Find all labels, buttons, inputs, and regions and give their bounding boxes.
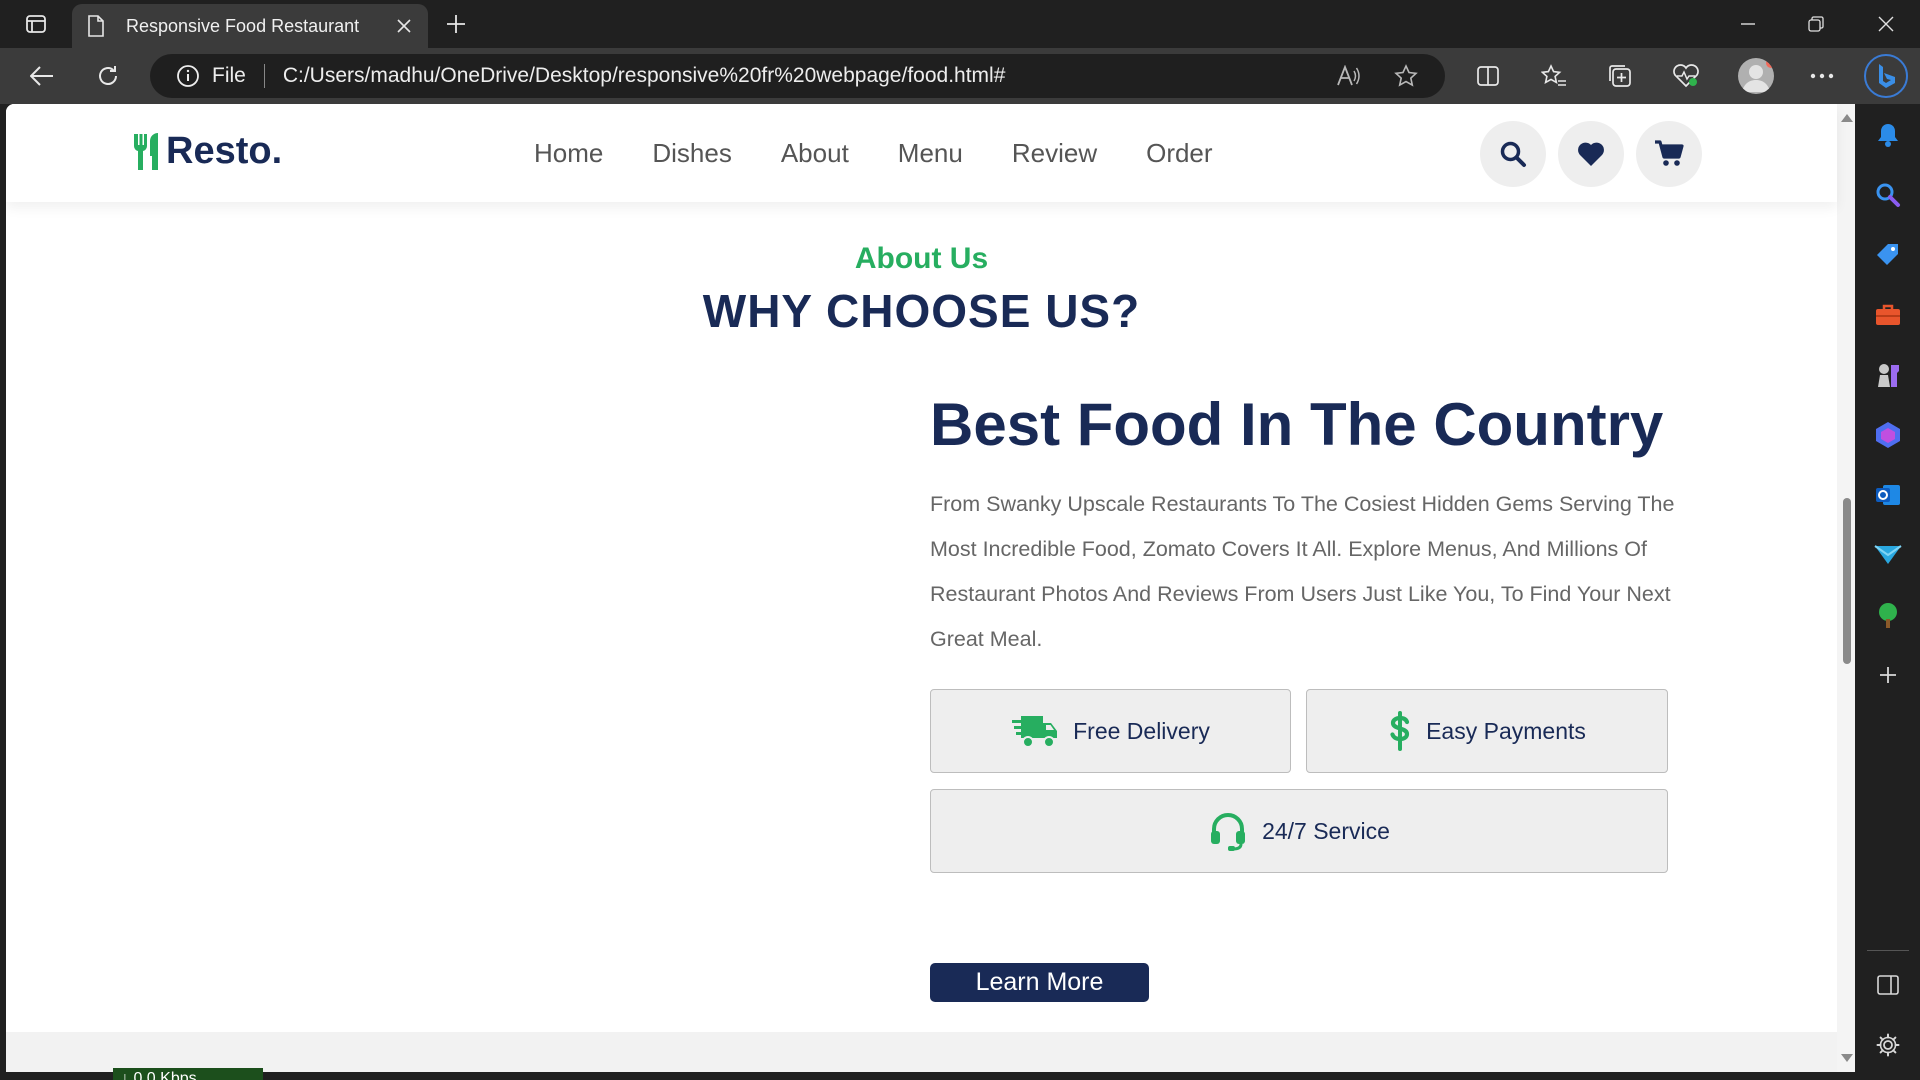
page-scrollbar[interactable]	[1837, 104, 1855, 1072]
outlook-icon[interactable]	[1873, 480, 1903, 510]
search-icon[interactable]	[1480, 121, 1546, 187]
tab-title: Responsive Food Restaurant	[126, 15, 360, 36]
edge-sidebar	[1855, 104, 1920, 1080]
page-viewport: Resto. Home Dishes About Menu Review Ord…	[6, 104, 1855, 1072]
browser-tab-bar: Responsive Food Restaurant	[0, 0, 1920, 48]
bell-icon[interactable]	[1873, 120, 1903, 150]
tab-actions-icon[interactable]	[16, 8, 56, 40]
site-info-icon[interactable]	[176, 64, 200, 88]
cart-icon[interactable]	[1636, 121, 1702, 187]
read-aloud-icon[interactable]	[1336, 64, 1360, 88]
headset-icon	[1208, 811, 1248, 851]
sidebar-divider	[1867, 950, 1909, 951]
scrollbar-thumb[interactable]	[1843, 498, 1851, 664]
browser-tab[interactable]: Responsive Food Restaurant	[72, 4, 428, 48]
add-sidebar-app-icon[interactable]	[1873, 660, 1903, 690]
refresh-icon[interactable]	[88, 56, 128, 96]
notification-dot	[1766, 58, 1774, 68]
nav-home[interactable]: Home	[534, 138, 603, 169]
heart-icon[interactable]	[1558, 121, 1624, 187]
nav-review[interactable]: Review	[1012, 138, 1097, 169]
games-icon[interactable]	[1873, 360, 1903, 390]
address-separator	[263, 64, 265, 88]
feature-label: Easy Payments	[1426, 717, 1586, 744]
window-bottom-edge	[0, 1072, 1855, 1080]
feature-label: 24/7 Service	[1262, 817, 1390, 844]
scroll-up-icon[interactable]	[1841, 114, 1853, 122]
favorites-icon[interactable]	[1538, 60, 1570, 92]
truck-icon	[1011, 712, 1059, 750]
favorite-star-icon[interactable]	[1394, 64, 1418, 88]
microsoft-365-icon[interactable]	[1873, 420, 1903, 450]
next-section-edge	[6, 1032, 1837, 1072]
utensils-icon	[132, 132, 164, 172]
dollar-icon	[1388, 711, 1412, 751]
copilot-icon[interactable]	[1864, 54, 1908, 98]
section-heading: WHY CHOOSE US?	[702, 285, 1141, 337]
nav-about[interactable]: About	[781, 138, 849, 169]
browser-essentials-icon[interactable]	[1670, 60, 1702, 92]
send-icon[interactable]	[1873, 540, 1903, 570]
hide-sidebar-icon[interactable]	[1873, 970, 1903, 1000]
learn-more-button[interactable]: Learn More	[930, 963, 1149, 1002]
feature-free-delivery: Free Delivery	[930, 689, 1291, 773]
file-scheme-label: File	[212, 64, 246, 87]
content-title: Best Food In The Country	[930, 391, 1664, 458]
tree-icon[interactable]	[1873, 600, 1903, 630]
back-icon[interactable]	[22, 56, 62, 96]
logo-text: Resto.	[166, 130, 283, 172]
nav-order[interactable]: Order	[1146, 138, 1212, 169]
scroll-down-icon[interactable]	[1841, 1054, 1853, 1062]
new-tab-icon[interactable]	[436, 8, 476, 40]
site-header: Resto. Home Dishes About Menu Review Ord…	[6, 104, 1837, 202]
section-subheading: About Us	[854, 242, 989, 275]
feature-24-7-service: 24/7 Service	[930, 789, 1668, 873]
nav-dishes[interactable]: Dishes	[652, 138, 731, 169]
logo[interactable]: Resto.	[132, 130, 282, 173]
split-screen-icon[interactable]	[1472, 60, 1504, 92]
sidebar-search-icon[interactable]	[1873, 180, 1903, 210]
shopping-tag-icon[interactable]	[1873, 240, 1903, 270]
nav-menu[interactable]: Menu	[898, 138, 963, 169]
page-icon	[84, 15, 108, 37]
collections-icon[interactable]	[1604, 60, 1636, 92]
main-nav: Home Dishes About Menu Review Order	[534, 104, 1262, 202]
browser-toolbar: File C:/Users/madhu/OneDrive/Desktop/res…	[0, 48, 1920, 104]
network-speed: 0.0 Kbps	[133, 1070, 197, 1080]
feature-easy-payments: Easy Payments	[1306, 689, 1668, 773]
url-text[interactable]: C:/Users/madhu/OneDrive/Desktop/responsi…	[283, 64, 1006, 88]
profile-avatar[interactable]	[1738, 58, 1774, 94]
content-paragraph: From Swanky Upscale Restaurants To The C…	[930, 492, 1675, 651]
address-bar[interactable]: File C:/Users/madhu/OneDrive/Desktop/res…	[150, 54, 1445, 98]
more-options-icon[interactable]	[1806, 60, 1838, 92]
restore-icon[interactable]	[1782, 0, 1850, 48]
network-speed-widget: ↓ 0.0 Kbps	[113, 1068, 263, 1080]
minimize-icon[interactable]	[1714, 0, 1782, 48]
close-tab-icon[interactable]	[392, 14, 416, 38]
feature-label: Free Delivery	[1073, 717, 1210, 744]
tools-briefcase-icon[interactable]	[1873, 300, 1903, 330]
close-window-icon[interactable]	[1852, 0, 1920, 48]
download-arrow-icon: ↓	[121, 1070, 129, 1080]
settings-gear-icon[interactable]	[1873, 1030, 1903, 1060]
